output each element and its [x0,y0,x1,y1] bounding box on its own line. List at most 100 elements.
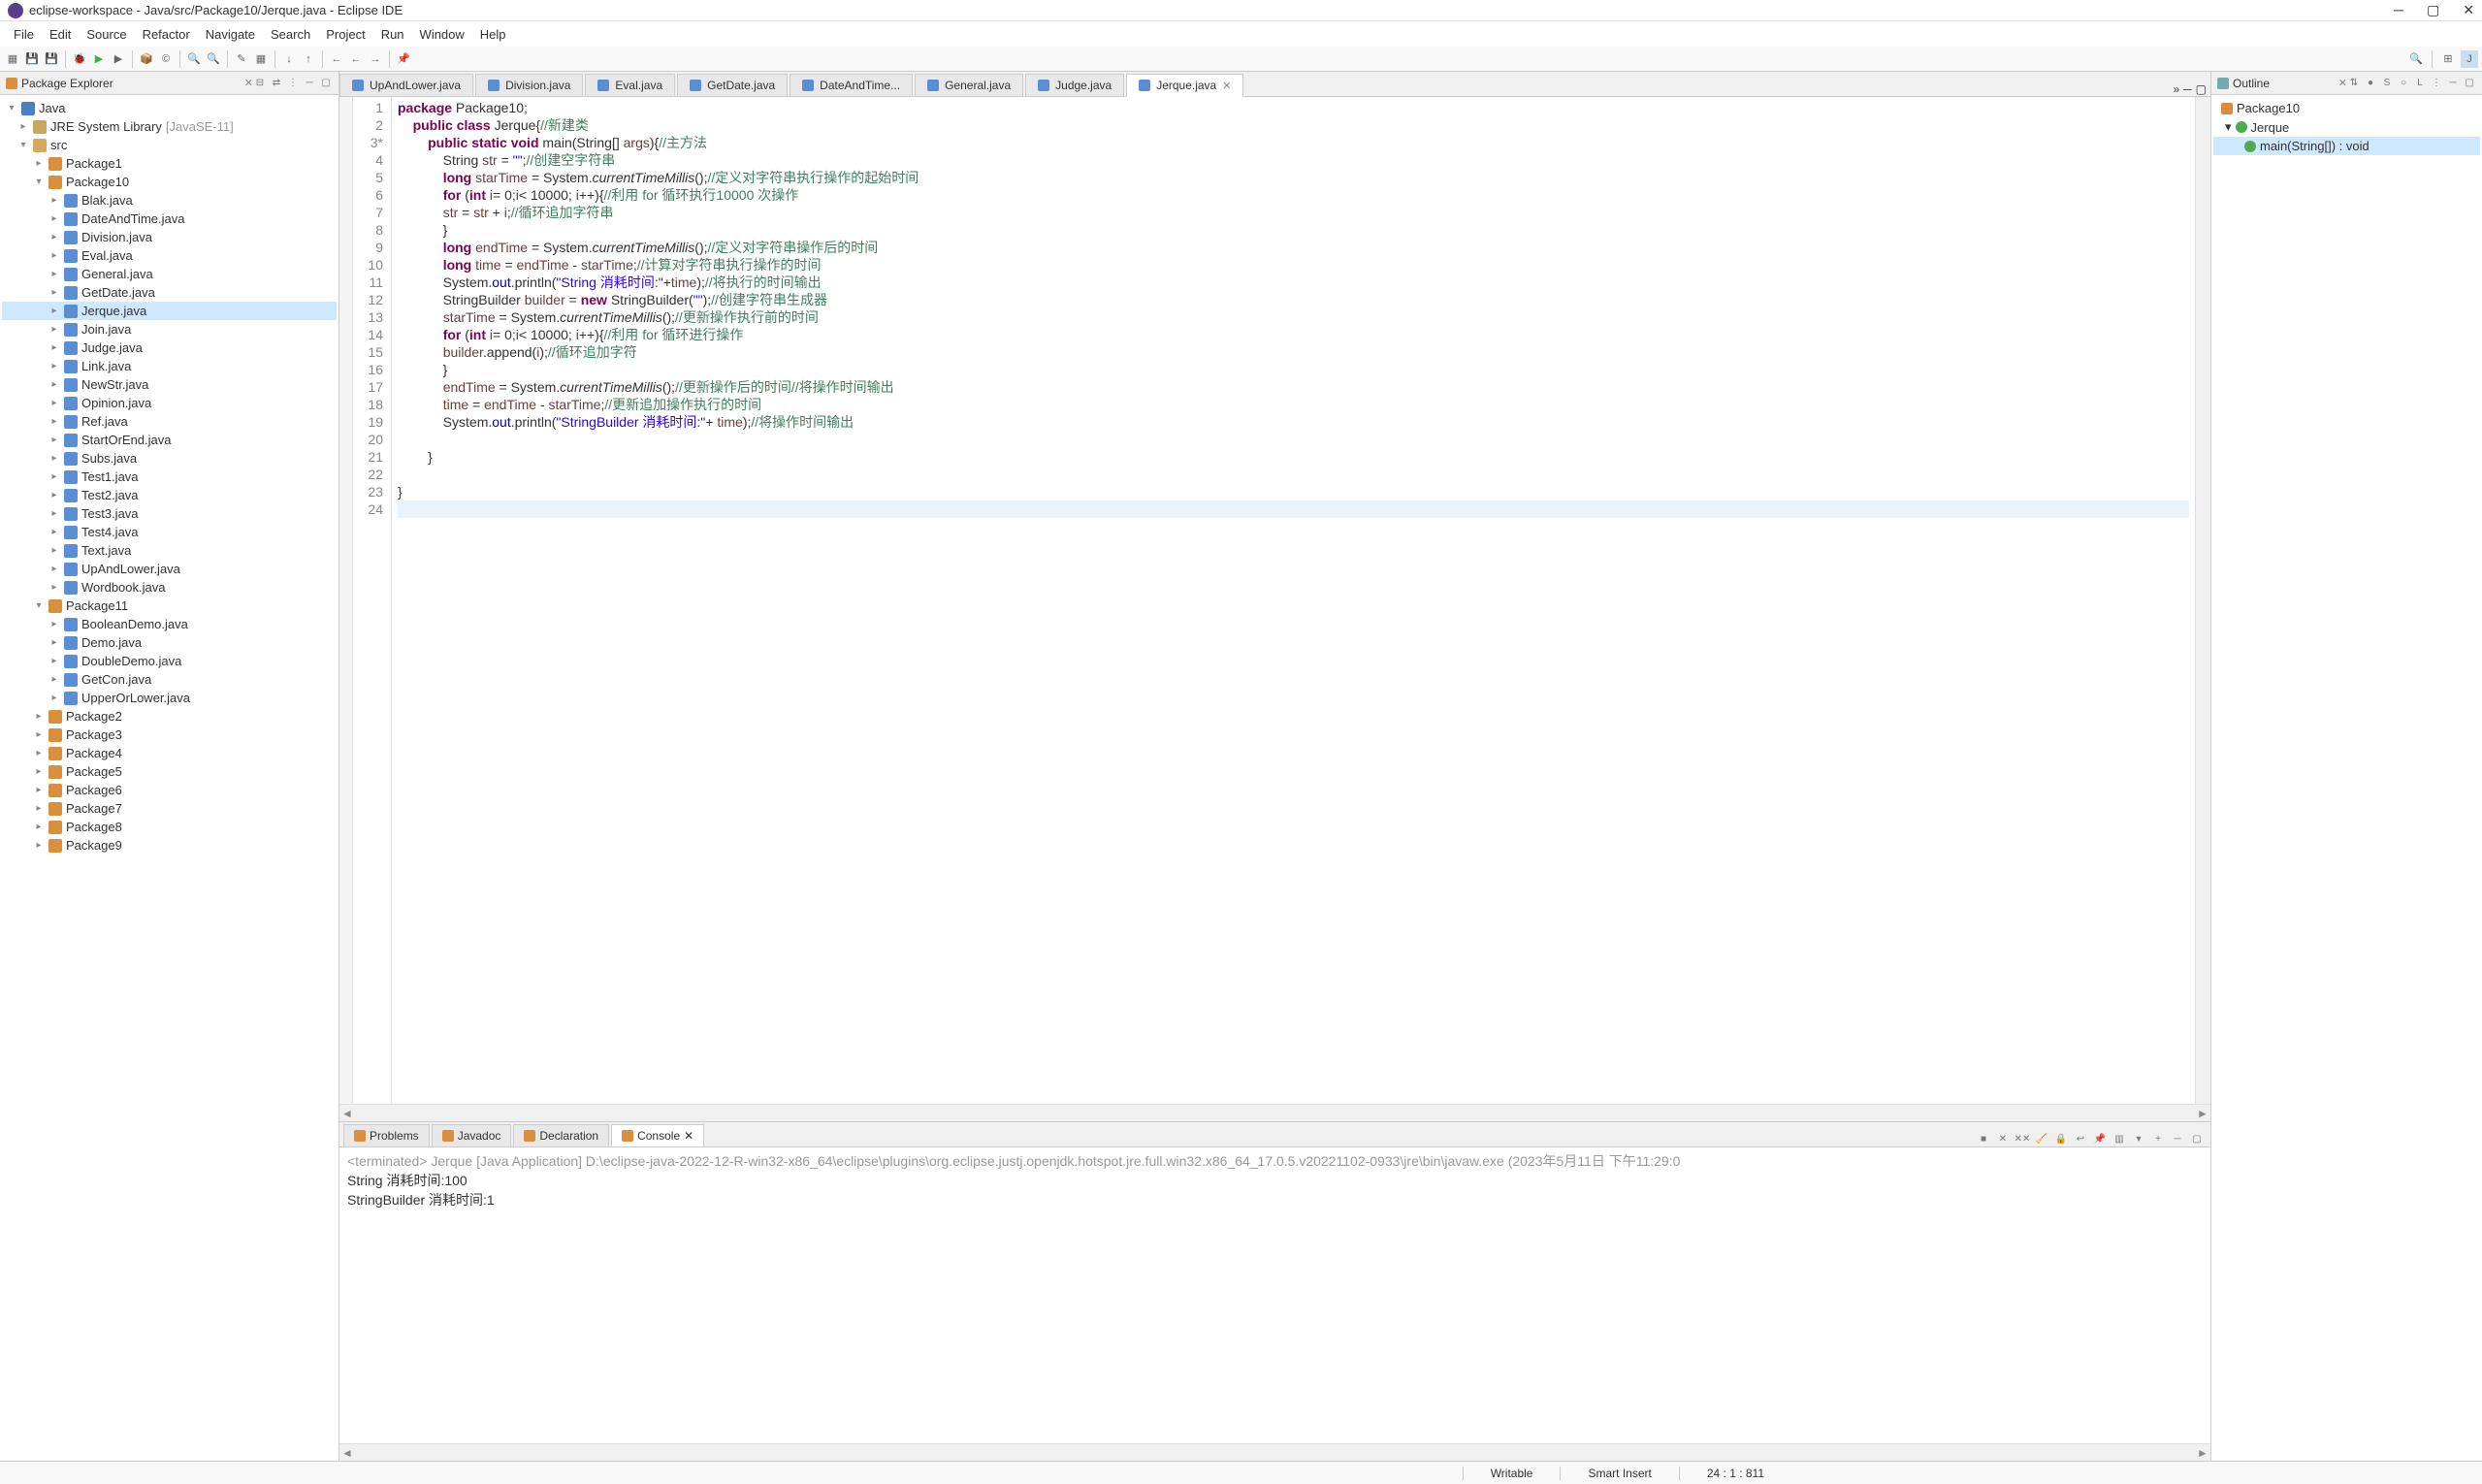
tree-item-general-java[interactable]: ▸General.java [2,265,337,283]
tree-item-test3-java[interactable]: ▸Test3.java [2,504,337,523]
tree-item-link-java[interactable]: ▸Link.java [2,357,337,375]
coverage-icon[interactable]: ▶ [110,50,127,68]
twist-icon[interactable]: ▸ [48,361,60,371]
code-line[interactable]: builder.append(i);//循环追加字符 [398,343,2189,361]
twist-icon[interactable]: ▸ [48,508,60,519]
twist-icon[interactable]: ▸ [48,324,60,335]
tree-item-ref-java[interactable]: ▸Ref.java [2,412,337,431]
tree-item-blak-java[interactable]: ▸Blak.java [2,191,337,210]
tree-item-package1[interactable]: ▸Package1 [2,154,337,173]
tree-item-wordbook-java[interactable]: ▸Wordbook.java [2,578,337,597]
twist-icon[interactable]: ▸ [48,342,60,353]
scroll-left-icon[interactable]: ◄ [339,1446,355,1460]
code-content[interactable]: package Package10; public class Jerque{/… [392,97,2195,1104]
twist-icon[interactable]: ▸ [48,471,60,482]
prev-annotation-icon[interactable]: ↑ [300,50,317,68]
collapse-all-icon[interactable]: ⊟ [253,77,267,90]
console-pin-icon[interactable]: 📌 [2092,1131,2108,1146]
menu-source[interactable]: Source [79,27,134,42]
outline-package[interactable]: Package10 [2213,99,2480,117]
menu-project[interactable]: Project [318,27,372,42]
debug-icon[interactable]: 🐞 [71,50,88,68]
open-type-icon[interactable]: 🔍 [185,50,203,68]
code-line[interactable]: str = str + i;//循环追加字符串 [398,204,2189,221]
editor-tab-division-java[interactable]: Division.java [475,74,583,96]
tree-item-src[interactable]: ▾src [2,136,337,154]
hide-nonpublic-icon[interactable]: ○ [2397,77,2410,90]
console-open-icon[interactable]: ▾ [2131,1131,2146,1146]
package-tree[interactable]: ▾Java▸JRE System Library[JavaSE-11]▾src▸… [0,95,338,1461]
hide-fields-icon[interactable]: ● [2364,77,2377,90]
twist-icon[interactable]: ▸ [48,287,60,298]
code-line[interactable] [398,431,2189,448]
editor-scrollbar[interactable] [2195,97,2210,1104]
code-line[interactable]: long starTime = System.currentTimeMillis… [398,169,2189,186]
editor-tab-eval-java[interactable]: Eval.java [585,74,675,96]
tree-item-jerque-java[interactable]: ▸Jerque.java [2,302,337,320]
outline-tree[interactable]: Package10 ▾ Jerque main(String[]) : void [2211,95,2482,1461]
twist-icon[interactable]: ▾ [6,103,17,113]
console-remove-icon[interactable]: ✕ [1995,1131,2011,1146]
tree-item-demo-java[interactable]: ▸Demo.java [2,633,337,652]
back-icon[interactable]: ← [347,50,365,68]
twist-icon[interactable]: ▸ [48,490,60,500]
maximize-view-icon[interactable]: ▢ [319,77,333,90]
twist-icon[interactable]: ▸ [48,637,60,648]
last-edit-icon[interactable]: ← [328,50,345,68]
tree-item-package4[interactable]: ▸Package4 [2,744,337,762]
maximize-button[interactable]: ▢ [2427,2,2439,18]
close-view-icon[interactable]: ✕ [244,77,253,89]
tree-item-opinion-java[interactable]: ▸Opinion.java [2,394,337,412]
minimize-outline-icon[interactable]: ─ [2446,77,2460,90]
close-button[interactable]: ✕ [2463,2,2474,18]
console-display-icon[interactable]: ▥ [2111,1131,2127,1146]
twist-icon[interactable]: ▸ [48,250,60,261]
menu-window[interactable]: Window [412,27,472,42]
console-word-wrap-icon[interactable]: ↩ [2073,1131,2088,1146]
twist-icon[interactable]: ▸ [33,785,45,795]
twist-icon[interactable]: ▸ [48,619,60,629]
maximize-editor-icon[interactable]: ▢ [2196,82,2207,96]
code-line[interactable]: endTime = System.currentTimeMillis();//更… [398,378,2189,396]
show-list-icon[interactable]: » [2173,82,2179,96]
twist-icon[interactable]: ▸ [33,840,45,851]
twist-icon[interactable]: ▸ [48,435,60,445]
twist-icon[interactable]: ▸ [33,748,45,758]
outline-class[interactable]: ▾ Jerque [2213,117,2480,137]
twist-icon[interactable]: ▸ [33,766,45,777]
twist-icon[interactable]: ▾ [17,140,29,150]
twist-icon[interactable]: ▸ [48,693,60,703]
code-editor[interactable]: 123*456789101112131415161718192021222324… [339,97,2210,1104]
run-icon[interactable]: ▶ [90,50,108,68]
new-class-icon[interactable]: © [157,50,175,68]
maximize-outline-icon[interactable]: ▢ [2463,77,2476,90]
console-remove-all-icon[interactable]: ✕✕ [2015,1131,2030,1146]
code-line[interactable]: long endTime = System.currentTimeMillis(… [398,239,2189,256]
twist-icon[interactable]: ▸ [33,711,45,722]
save-all-icon[interactable]: 💾 [43,50,60,68]
code-line[interactable] [398,466,2189,483]
console-terminate-icon[interactable]: ■ [1976,1131,1991,1146]
twist-icon[interactable]: ▸ [33,803,45,814]
tree-item-judge-java[interactable]: ▸Judge.java [2,339,337,357]
outline-menu-icon[interactable]: ⋮ [2430,77,2443,90]
tree-item-getdate-java[interactable]: ▸GetDate.java [2,283,337,302]
save-icon[interactable]: 💾 [23,50,41,68]
hide-local-icon[interactable]: L [2413,77,2427,90]
console-hscroll[interactable]: ◄ ► [339,1443,2210,1461]
menu-search[interactable]: Search [263,27,318,42]
console-output[interactable]: <terminated> Jerque [Java Application] D… [339,1147,2210,1443]
tree-item-dateandtime-java[interactable]: ▸DateAndTime.java [2,210,337,228]
twist-icon[interactable]: ▸ [33,158,45,169]
java-perspective-icon[interactable]: J [2461,50,2478,68]
bottom-tab-console[interactable]: Console ✕ [611,1124,704,1146]
twist-icon[interactable]: ▸ [48,195,60,206]
tree-item-package5[interactable]: ▸Package5 [2,762,337,781]
sort-icon[interactable]: ⇅ [2347,77,2361,90]
tree-item-package8[interactable]: ▸Package8 [2,818,337,836]
menu-run[interactable]: Run [373,27,412,42]
tree-item-upandlower-java[interactable]: ▸UpAndLower.java [2,560,337,578]
tree-item-doubledemo-java[interactable]: ▸DoubleDemo.java [2,652,337,670]
tree-item-package7[interactable]: ▸Package7 [2,799,337,818]
menu-edit[interactable]: Edit [42,27,79,42]
